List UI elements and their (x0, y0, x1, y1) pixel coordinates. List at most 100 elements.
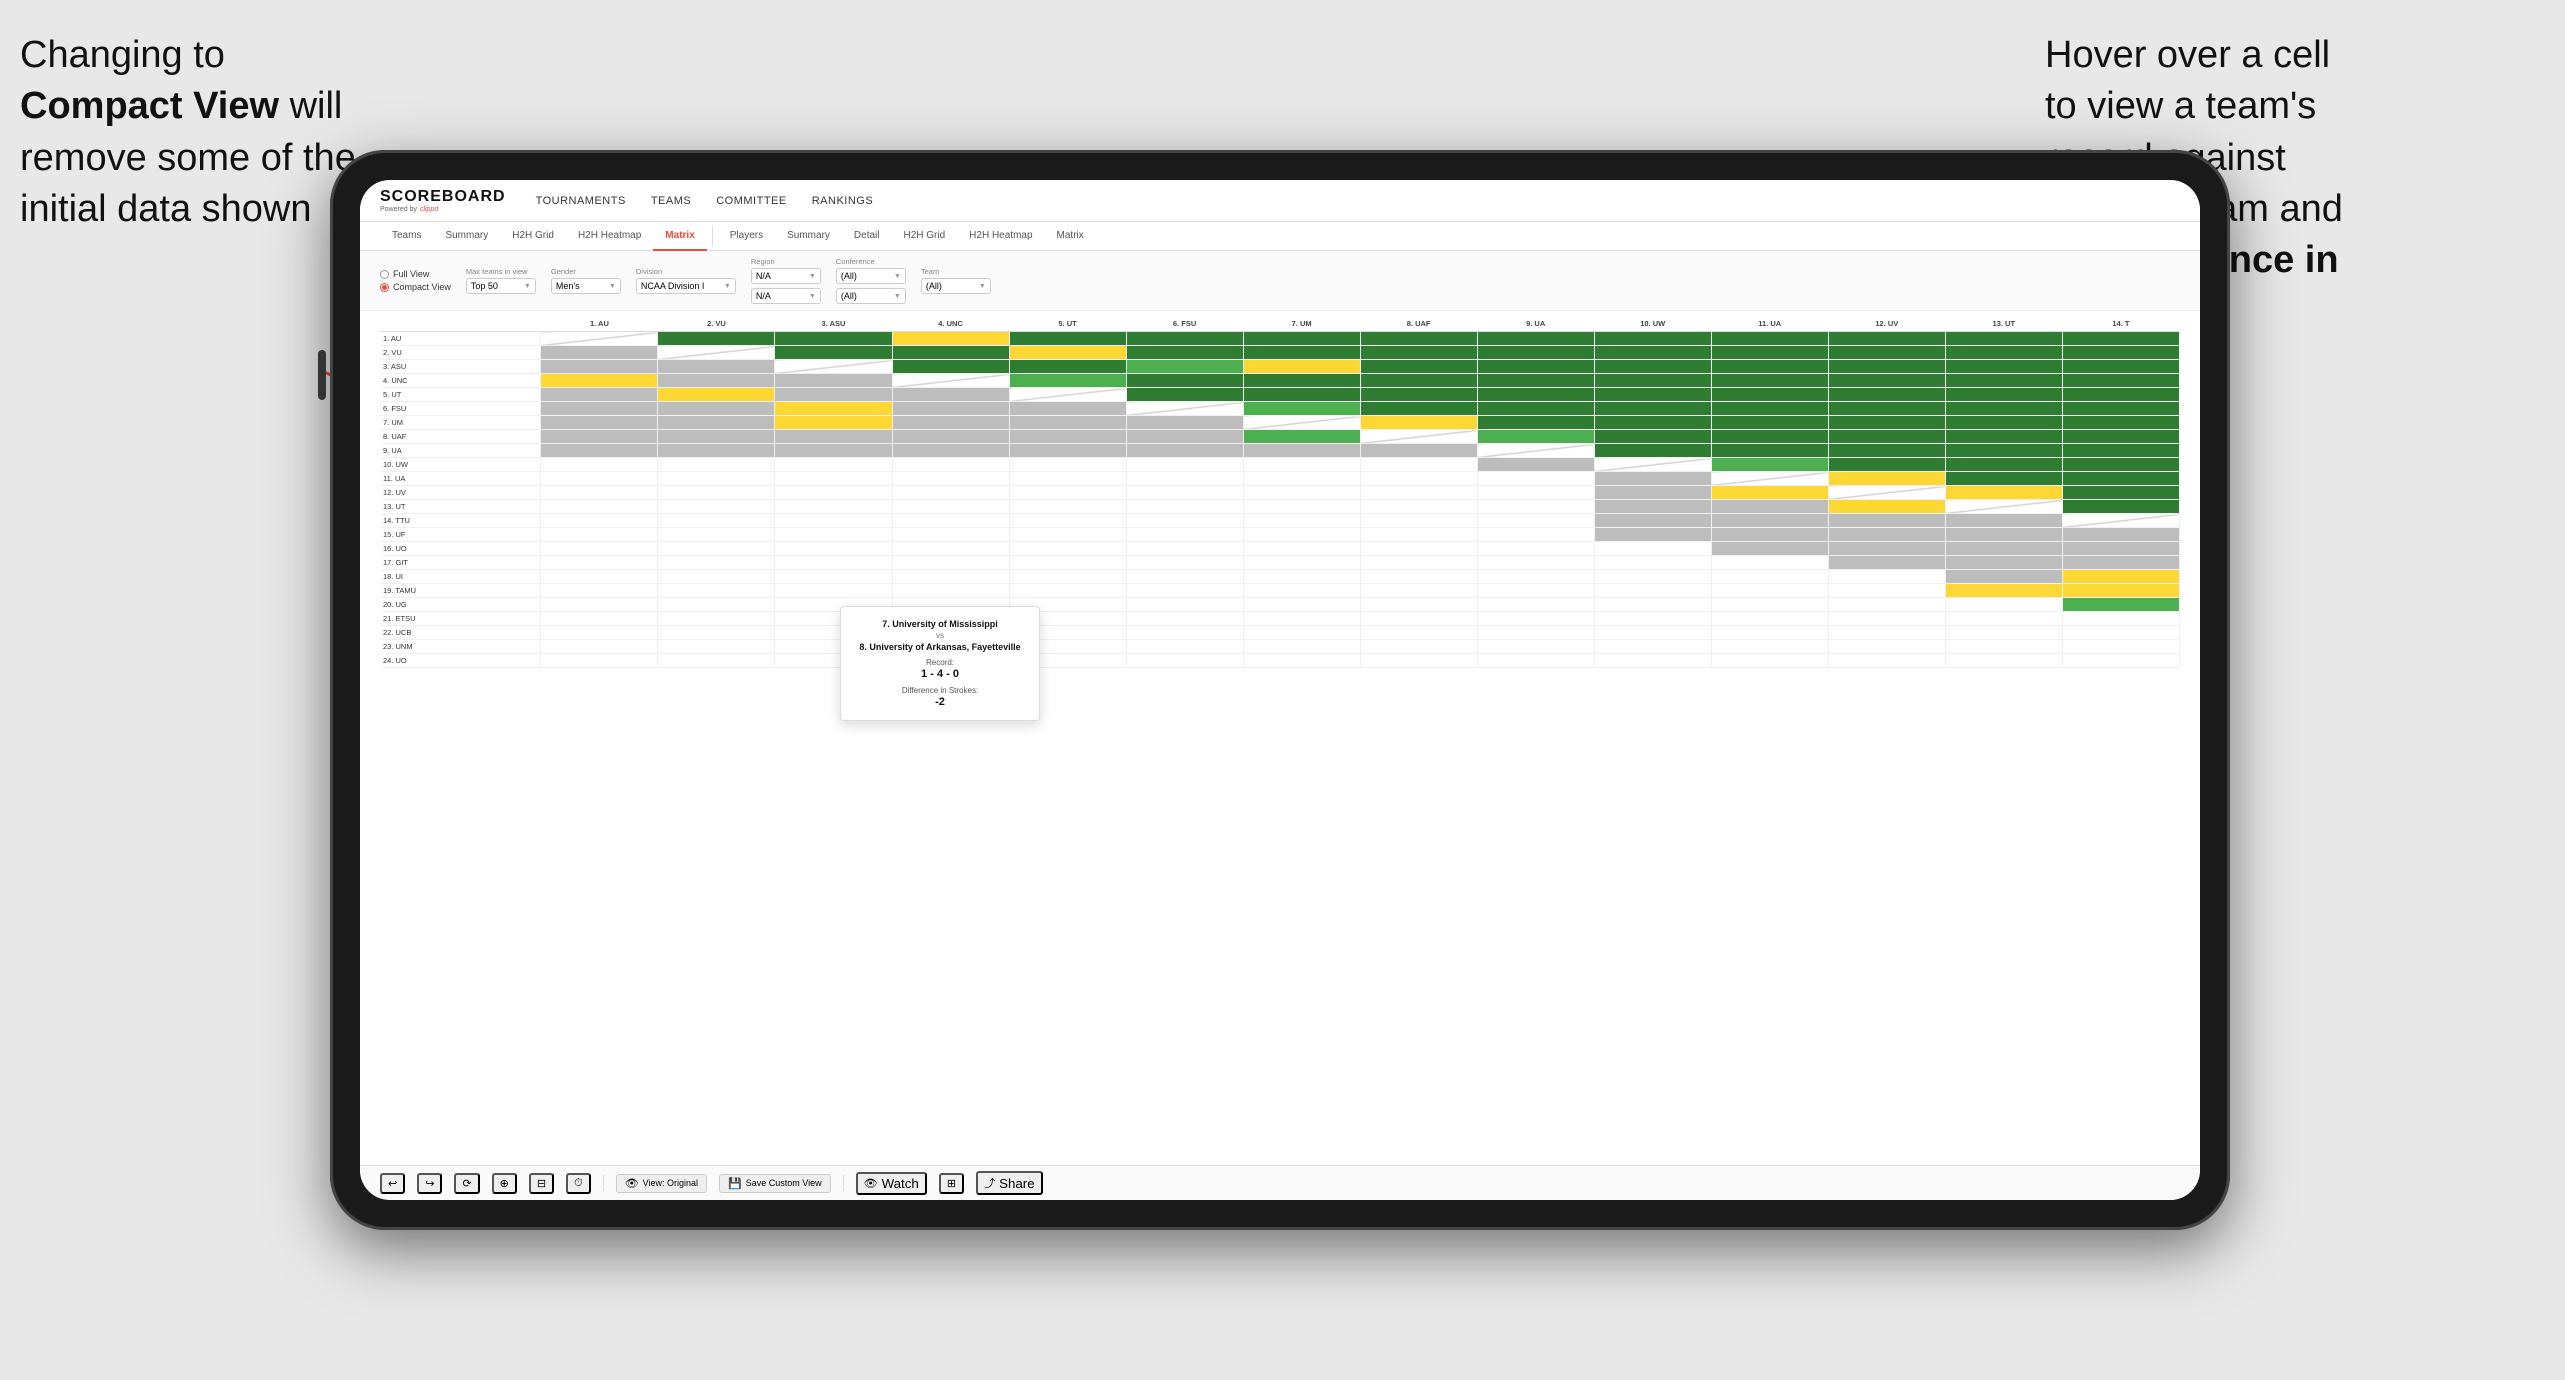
share-button[interactable]: ⤴ Share (976, 1171, 1043, 1195)
matrix-cell[interactable] (1360, 346, 1477, 360)
matrix-cell[interactable] (1945, 584, 2062, 598)
matrix-cell[interactable] (892, 584, 1009, 598)
matrix-cell[interactable] (541, 640, 658, 654)
matrix-cell[interactable] (775, 500, 892, 514)
matrix-cell[interactable] (1828, 416, 1945, 430)
matrix-cell[interactable] (1126, 542, 1243, 556)
matrix-cell[interactable] (1009, 360, 1126, 374)
matrix-cell[interactable] (1360, 374, 1477, 388)
matrix-cell[interactable] (1945, 444, 2062, 458)
matrix-cell[interactable] (775, 528, 892, 542)
refresh-button[interactable]: ⟳ (454, 1173, 479, 1194)
matrix-cell[interactable] (775, 444, 892, 458)
matrix-cell[interactable] (541, 584, 658, 598)
matrix-cell[interactable] (1243, 416, 1360, 430)
matrix-cell[interactable] (2062, 584, 2179, 598)
matrix-cell[interactable] (1594, 584, 1711, 598)
matrix-cell[interactable] (1477, 556, 1594, 570)
matrix-cell[interactable] (1711, 402, 1828, 416)
matrix-cell[interactable] (1243, 556, 1360, 570)
matrix-cell[interactable] (1360, 486, 1477, 500)
matrix-cell[interactable] (1360, 388, 1477, 402)
matrix-cell[interactable] (1243, 542, 1360, 556)
matrix-cell[interactable] (775, 570, 892, 584)
matrix-cell[interactable] (1360, 626, 1477, 640)
matrix-cell[interactable] (1477, 514, 1594, 528)
matrix-cell[interactable] (541, 374, 658, 388)
matrix-cell[interactable] (1243, 332, 1360, 346)
matrix-cell[interactable] (1594, 430, 1711, 444)
matrix-cell[interactable] (1828, 500, 1945, 514)
matrix-cell[interactable] (1126, 332, 1243, 346)
matrix-cell[interactable] (892, 374, 1009, 388)
matrix-cell[interactable] (1945, 360, 2062, 374)
matrix-cell[interactable] (1243, 444, 1360, 458)
matrix-cell[interactable] (1243, 640, 1360, 654)
matrix-cell[interactable] (2062, 388, 2179, 402)
matrix-cell[interactable] (892, 500, 1009, 514)
matrix-cell[interactable] (658, 500, 775, 514)
matrix-cell[interactable] (1945, 346, 2062, 360)
matrix-cell[interactable] (1945, 430, 2062, 444)
compact-view-radio[interactable]: Compact View (380, 282, 451, 292)
matrix-cell[interactable] (658, 570, 775, 584)
matrix-cell[interactable] (1126, 514, 1243, 528)
matrix-cell[interactable] (1477, 500, 1594, 514)
matrix-cell[interactable] (1477, 444, 1594, 458)
matrix-cell[interactable] (1477, 528, 1594, 542)
matrix-cell[interactable] (775, 542, 892, 556)
matrix-cell[interactable] (541, 416, 658, 430)
matrix-cell[interactable] (1945, 612, 2062, 626)
nav-teams[interactable]: TEAMS (651, 195, 691, 207)
matrix-cell[interactable] (1477, 626, 1594, 640)
matrix-cell[interactable] (1945, 654, 2062, 668)
matrix-cell[interactable] (892, 514, 1009, 528)
matrix-cell[interactable] (2062, 332, 2179, 346)
matrix-cell[interactable] (1711, 416, 1828, 430)
matrix-cell[interactable] (1360, 654, 1477, 668)
matrix-cell[interactable] (1243, 514, 1360, 528)
matrix-cell[interactable] (2062, 556, 2179, 570)
matrix-cell[interactable] (1243, 626, 1360, 640)
matrix-cell[interactable] (775, 360, 892, 374)
matrix-cell[interactable] (2062, 430, 2179, 444)
matrix-cell[interactable] (658, 598, 775, 612)
matrix-cell[interactable] (892, 458, 1009, 472)
matrix-cell[interactable] (1594, 472, 1711, 486)
tab-h2h-heatmap-right[interactable]: H2H Heatmap (957, 222, 1044, 251)
matrix-cell[interactable] (775, 430, 892, 444)
matrix-cell[interactable] (1009, 542, 1126, 556)
matrix-cell[interactable] (1126, 374, 1243, 388)
tab-h2h-heatmap-left[interactable]: H2H Heatmap (566, 222, 653, 251)
matrix-cell[interactable] (658, 584, 775, 598)
matrix-cell[interactable] (1945, 570, 2062, 584)
watch-button[interactable]: 👁 Watch (856, 1172, 927, 1195)
matrix-cell[interactable] (658, 514, 775, 528)
matrix-cell[interactable] (1594, 402, 1711, 416)
matrix-cell[interactable] (1945, 528, 2062, 542)
matrix-cell[interactable] (658, 444, 775, 458)
add-button[interactable]: ⊕ (492, 1173, 517, 1194)
matrix-cell[interactable] (1828, 514, 1945, 528)
matrix-cell[interactable] (1243, 346, 1360, 360)
matrix-cell[interactable] (1945, 486, 2062, 500)
matrix-cell[interactable] (2062, 346, 2179, 360)
matrix-cell[interactable] (1711, 654, 1828, 668)
matrix-cell[interactable] (892, 346, 1009, 360)
matrix-cell[interactable] (1828, 598, 1945, 612)
matrix-cell[interactable] (658, 612, 775, 626)
matrix-cell[interactable] (1945, 374, 2062, 388)
matrix-cell[interactable] (541, 444, 658, 458)
matrix-cell[interactable] (1360, 444, 1477, 458)
matrix-cell[interactable] (1828, 556, 1945, 570)
matrix-cell[interactable] (541, 556, 658, 570)
matrix-cell[interactable] (1477, 612, 1594, 626)
matrix-cell[interactable] (1360, 332, 1477, 346)
team-select[interactable]: (All) ▼ (921, 278, 991, 294)
matrix-cell[interactable] (1711, 500, 1828, 514)
matrix-cell[interactable] (1126, 444, 1243, 458)
matrix-cell[interactable] (892, 528, 1009, 542)
matrix-cell[interactable] (1828, 626, 1945, 640)
matrix-cell[interactable] (1477, 346, 1594, 360)
matrix-cell[interactable] (2062, 542, 2179, 556)
